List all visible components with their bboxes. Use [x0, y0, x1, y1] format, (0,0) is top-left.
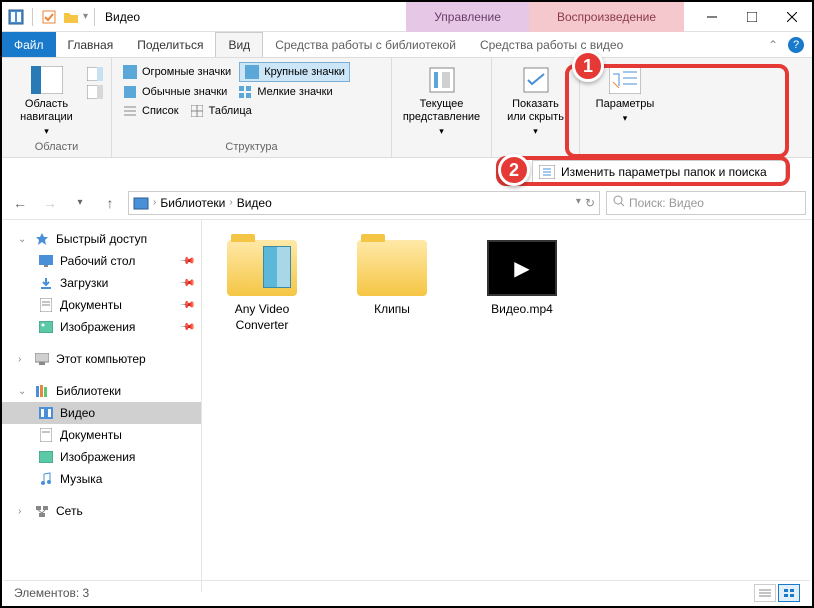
pc-icon	[34, 351, 50, 367]
current-view-button[interactable]: Текущее представление ▾	[399, 62, 484, 139]
window-title: Видео	[101, 10, 140, 24]
tab-view[interactable]: Вид	[215, 32, 263, 57]
address-bar[interactable]: › Библиотеки › Видео ▾ ↻	[128, 191, 600, 215]
callout-1: 1	[572, 50, 604, 82]
tab-video-tools[interactable]: Средства работы с видео	[468, 32, 635, 57]
downloads-icon	[38, 275, 54, 291]
navigation-pane-button[interactable]: Область навигации ▾	[10, 62, 83, 139]
sidebar-music[interactable]: Музыка	[2, 468, 201, 490]
crumb-libraries[interactable]: Библиотеки	[160, 196, 225, 210]
pictures-icon	[38, 449, 54, 465]
back-button[interactable]: ←	[8, 191, 32, 215]
sidebar-downloads[interactable]: Загрузки📌	[2, 272, 201, 294]
preview-pane-icon[interactable]	[87, 66, 103, 82]
search-box[interactable]: Поиск: Видео	[606, 191, 806, 215]
change-options-label: Изменить параметры папок и поиска	[561, 165, 767, 179]
video-file-icon: ▶	[487, 240, 557, 296]
sidebar-documents[interactable]: Документы📌	[2, 294, 201, 316]
large-icons-button[interactable]: Крупные значки	[239, 62, 350, 82]
tab-home[interactable]: Главная	[56, 32, 126, 57]
details-pane-icon[interactable]	[87, 84, 103, 100]
status-text: Элементов: 3	[14, 586, 89, 600]
nav-pane-label: Область навигации	[14, 98, 79, 124]
chevron-right-icon[interactable]: ›	[151, 197, 158, 208]
options-dropdown-item[interactable]: Изменить параметры папок и поиска	[532, 160, 786, 184]
title-bar: ▾ Видео Управление Воспроизведение	[2, 2, 812, 32]
up-button[interactable]: ↑	[98, 191, 122, 215]
sidebar-libraries[interactable]: ⌄Библиотеки	[2, 380, 201, 402]
qat-dropdown-icon[interactable]: ▾	[83, 11, 88, 22]
callout-2: 2	[498, 154, 530, 186]
context-tab-playback[interactable]: Воспроизведение	[529, 2, 684, 32]
chevron-right-icon[interactable]: ›	[227, 197, 234, 208]
pictures-icon	[38, 319, 54, 335]
search-placeholder: Поиск: Видео	[629, 196, 704, 210]
folder-icon	[227, 240, 297, 296]
folder-options-icon	[539, 164, 555, 180]
sidebar-pictures[interactable]: Изображения📌	[2, 316, 201, 338]
address-dropdown-icon[interactable]: ▾	[576, 196, 581, 210]
small-icons-button[interactable]: Мелкие значки	[235, 83, 334, 101]
normal-icons-button[interactable]: Обычные значки	[120, 83, 229, 101]
show-hide-button[interactable]: Показать или скрыть ▾	[500, 62, 571, 139]
list-button[interactable]: Список	[120, 102, 181, 120]
maximize-button[interactable]	[732, 2, 772, 32]
help-icon[interactable]: ?	[788, 37, 804, 53]
star-icon	[34, 231, 50, 247]
sidebar-network[interactable]: ›Сеть	[2, 500, 201, 522]
minimize-button[interactable]	[692, 2, 732, 32]
details-view-toggle[interactable]	[754, 584, 776, 602]
close-button[interactable]	[772, 2, 812, 32]
address-row: ← → ▾ ↑ › Библиотеки › Видео ▾ ↻ Поиск: …	[2, 186, 812, 220]
qat-folder-icon[interactable]	[61, 7, 81, 27]
recent-button[interactable]: ▾	[68, 191, 92, 215]
folder-icon	[357, 240, 427, 296]
app-icon	[6, 7, 26, 27]
sidebar-pictures2[interactable]: Изображения	[2, 446, 201, 468]
huge-icons-button[interactable]: Огромные значки	[120, 62, 233, 82]
document-icon	[38, 297, 54, 313]
forward-button[interactable]: →	[38, 191, 62, 215]
pin-icon: 📌	[178, 253, 195, 270]
location-icon	[133, 195, 149, 211]
sidebar-video[interactable]: Видео	[2, 402, 201, 424]
pin-icon: 📌	[178, 319, 195, 336]
folder-any-video-converter[interactable]: Any Video Converter	[212, 240, 312, 333]
file-video-mp4[interactable]: ▶ Видео.mp4	[472, 240, 572, 318]
tab-file[interactable]: Файл	[2, 32, 56, 57]
context-tab-manage[interactable]: Управление	[406, 2, 529, 32]
document-icon	[38, 427, 54, 443]
refresh-icon[interactable]: ↻	[585, 196, 595, 210]
content-area: Any Video Converter Клипы ▶ Видео.mp4	[202, 220, 812, 592]
sidebar-this-pc[interactable]: ›Этот компьютер	[2, 348, 201, 370]
tab-library-tools[interactable]: Средства работы с библиотекой	[263, 32, 468, 57]
group-layout-label: Структура	[120, 139, 383, 153]
status-bar: Элементов: 3	[4, 580, 810, 604]
video-lib-icon	[38, 405, 54, 421]
search-icon	[613, 195, 625, 210]
qat-checkbox-icon[interactable]	[39, 7, 59, 27]
crumb-video[interactable]: Видео	[237, 196, 272, 210]
icons-view-toggle[interactable]	[778, 584, 800, 602]
pin-icon: 📌	[178, 297, 195, 314]
desktop-icon	[38, 253, 54, 269]
music-icon	[38, 471, 54, 487]
sidebar-desktop[interactable]: Рабочий стол📌	[2, 250, 201, 272]
group-panes-label: Области	[10, 139, 103, 153]
ribbon-collapse-icon[interactable]: ⌃	[768, 38, 778, 52]
folder-clips[interactable]: Клипы	[342, 240, 442, 318]
pin-icon: 📌	[178, 275, 195, 292]
libraries-icon	[34, 383, 50, 399]
sidebar-quick-access[interactable]: ⌄ Быстрый доступ	[2, 228, 201, 250]
ribbon-tabs: Файл Главная Поделиться Вид Средства раб…	[2, 32, 812, 58]
tab-share[interactable]: Поделиться	[125, 32, 215, 57]
table-button[interactable]: Таблица	[187, 102, 254, 120]
sidebar-documents2[interactable]: Документы	[2, 424, 201, 446]
sidebar: ⌄ Быстрый доступ Рабочий стол📌 Загрузки📌…	[2, 220, 202, 592]
network-icon	[34, 503, 50, 519]
ribbon-body: Область навигации ▾ Области Огромные зна…	[2, 58, 812, 158]
